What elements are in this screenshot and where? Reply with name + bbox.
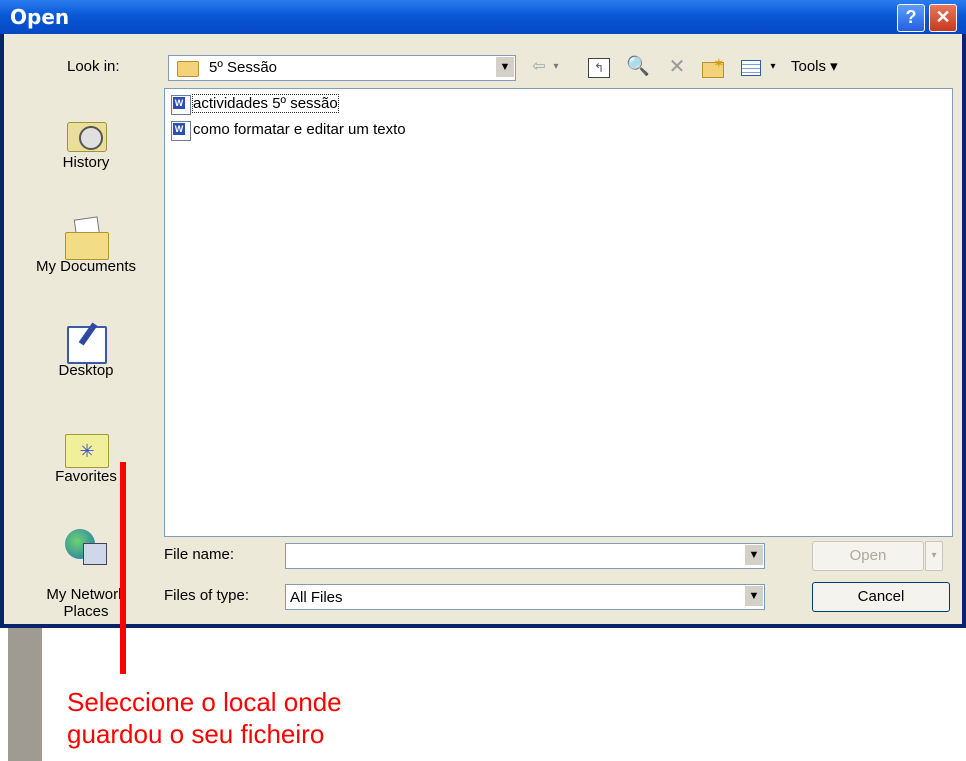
search-web-icon[interactable]: 🔍 [626,56,650,78]
folder-icon [177,61,199,77]
file-name-label: File name: [164,546,235,563]
annotation-line-2: guardou o seu ficheiro [67,719,325,749]
look-in-label: Look in: [67,58,120,75]
favorites-icon: ✳ [63,428,109,468]
places-bar: History My Documents Desktop ✳ Favorites… [16,88,152,624]
open-dialog: Open ? ✕ Look in: 5º Sessão ▼ ⇦ ▾ ↰ 🔍 ✕ … [0,0,966,628]
look-in-value: 5º Sessão [209,59,278,76]
tools-menu[interactable]: Tools ▾ [791,56,861,78]
file-name-input[interactable]: ▼ [285,543,765,569]
views-dropdown-icon[interactable]: ▾ [767,56,779,78]
annotation-caption: Seleccione o local onde guardou o seu fi… [67,686,342,750]
background-window-strip [8,628,42,761]
place-history[interactable]: History [16,114,156,171]
file-type-value: All Files [290,589,343,606]
place-favorites[interactable]: ✳ Favorites [16,428,156,485]
file-type-dropdown-icon[interactable]: ▼ [744,586,763,606]
place-label: My Network Places [46,586,126,620]
history-icon [63,114,109,154]
back-arrow-icon[interactable]: ⇦ [528,56,550,78]
look-in-dropdown[interactable]: 5º Sessão ▼ [168,55,516,81]
my-documents-icon [63,216,109,260]
file-name: como formatar e editar um texto [193,121,406,138]
desktop-icon [63,322,109,364]
file-name: actividades 5º sessão [192,94,339,113]
file-type-label: Files of type: [164,587,250,604]
up-one-level-icon[interactable]: ↰ [588,58,610,78]
dropdown-arrow-icon[interactable]: ▼ [495,57,514,77]
place-desktop[interactable]: Desktop [16,322,156,379]
new-folder-icon[interactable]: ✶ [699,55,725,78]
word-doc-icon: W [171,95,191,115]
word-doc-icon: W [171,121,191,141]
place-network[interactable]: My Network Places [16,512,156,637]
dialog-title: Open [10,5,70,29]
views-icon[interactable] [739,56,763,78]
annotation-pointer-line [120,462,126,674]
back-history-dropdown-icon[interactable]: ▾ [550,56,562,78]
close-button[interactable]: ✕ [929,4,957,32]
open-options-dropdown[interactable]: ▾ [925,541,943,571]
help-button[interactable]: ? [897,4,925,32]
file-list[interactable]: W actividades 5º sessão W como formatar … [164,88,953,537]
title-bar[interactable]: Open ? ✕ [0,0,966,34]
place-label: Favorites [55,468,117,485]
file-name-dropdown-icon[interactable]: ▼ [744,545,763,565]
open-button[interactable]: Open [812,541,924,571]
place-label: History [62,154,110,171]
dialog-body: Look in: 5º Sessão ▼ ⇦ ▾ ↰ 🔍 ✕ ✶ ▾ Tools… [4,34,962,624]
place-label: Desktop [58,362,114,379]
place-my-documents[interactable]: My Documents [16,216,156,275]
annotation-line-1: Seleccione o local onde [67,687,342,717]
file-type-select[interactable]: All Files ▼ [285,584,765,610]
delete-icon[interactable]: ✕ [666,56,688,78]
place-label: My Documents [35,258,137,275]
cancel-button[interactable]: Cancel [812,582,950,612]
network-places-icon [63,529,109,569]
